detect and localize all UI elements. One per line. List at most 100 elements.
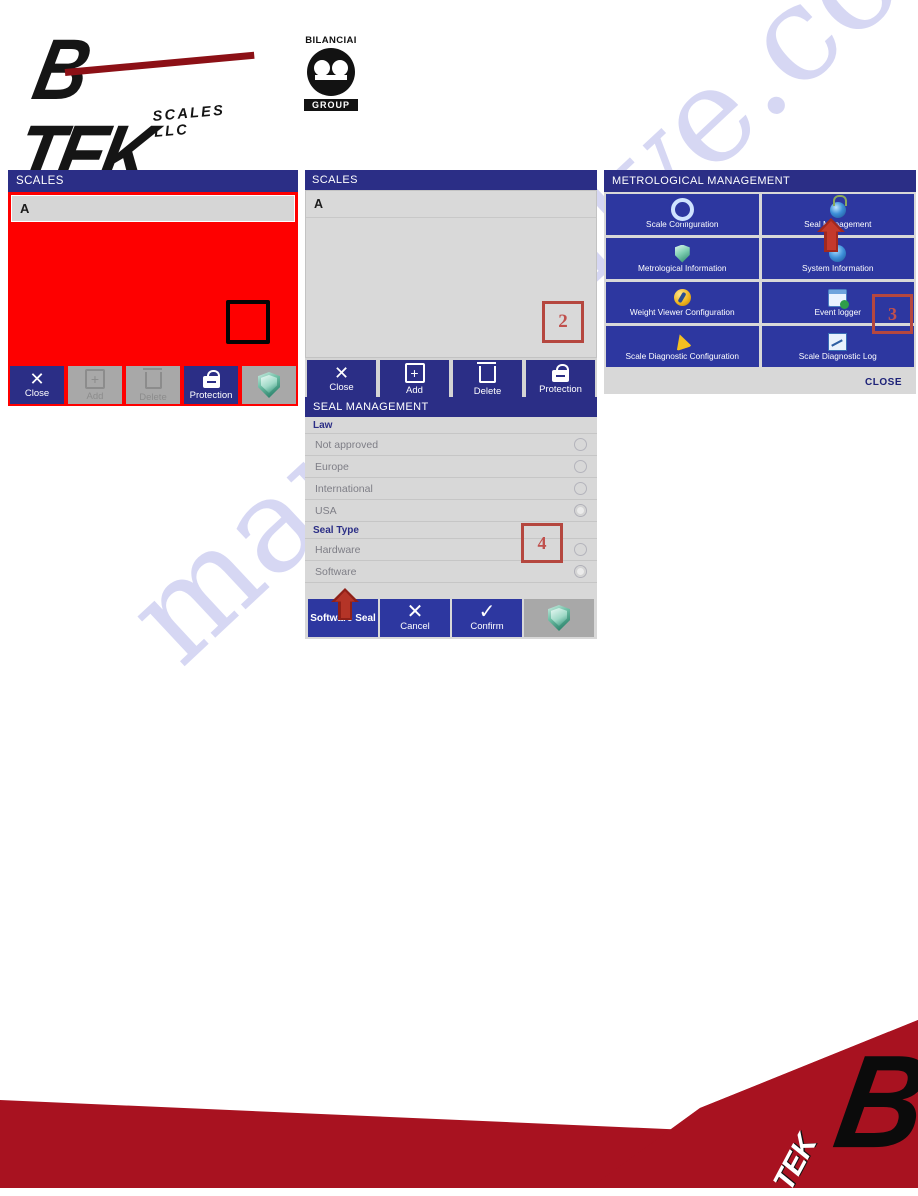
radio-icon[interactable] — [574, 460, 587, 473]
close-button[interactable]: CLOSE — [865, 377, 902, 388]
close-button-label: Close — [24, 388, 50, 399]
delete-button-label: Delete — [473, 385, 502, 397]
option-label: Europe — [315, 460, 349, 473]
plus-box-icon: + — [85, 368, 105, 389]
panel-title-seal: SEAL MANAGEMENT — [305, 397, 597, 417]
add-button[interactable]: + Add — [380, 360, 449, 398]
pointer-arrow-seal-management — [816, 217, 846, 253]
option-label: USA — [315, 504, 337, 517]
plus-box-icon: + — [404, 362, 425, 383]
menu-label: Metrological Information — [637, 262, 727, 273]
metrological-footer: CLOSE — [604, 369, 916, 394]
confirm-button-label: Confirm — [470, 621, 504, 632]
menu-label: Scale Diagnostic Configuration — [625, 350, 739, 361]
option-usa[interactable]: USA — [305, 500, 597, 522]
metrological-menu-grid: Scale Configuration Seal Management Metr… — [606, 194, 914, 367]
menu-item-scale-diagnostic-configuration[interactable]: Scale Diagnostic Configuration — [606, 326, 759, 367]
bell-icon — [672, 331, 693, 352]
close-x-icon: ✕ — [29, 369, 45, 389]
option-europe[interactable]: Europe — [305, 456, 597, 478]
radio-icon[interactable] — [574, 482, 587, 495]
shield-icon — [548, 605, 570, 631]
seal-management-panel: SEAL MANAGEMENT Law Not approved Europe … — [305, 397, 597, 639]
callout-4: 4 — [521, 523, 563, 563]
close-x-icon: ✕ — [333, 363, 350, 383]
delete-button[interactable]: Delete — [126, 366, 180, 404]
trash-icon — [142, 367, 162, 389]
option-international[interactable]: International — [305, 478, 597, 500]
metrological-menu-body: Scale Configuration Seal Management Metr… — [604, 192, 916, 369]
scales-red-toolbar: ✕ Close + Add Delete Protection — [8, 364, 298, 406]
panel-title-scales-red: SCALES — [8, 170, 298, 192]
cancel-button[interactable]: ✕ Cancel — [380, 599, 450, 637]
option-label: Hardware — [315, 543, 361, 556]
radio-icon[interactable] — [574, 543, 587, 556]
close-x-icon: ✕ — [406, 601, 424, 623]
radio-icon-selected[interactable] — [574, 565, 587, 578]
option-label: Not approved — [315, 438, 379, 451]
menu-item-metrological-information[interactable]: Metrological Information — [606, 238, 759, 279]
protection-button-label: Protection — [539, 383, 582, 395]
cancel-button-label: Cancel — [400, 621, 430, 632]
list-item[interactable]: A — [11, 195, 295, 222]
menu-label: Weight Viewer Configuration — [629, 306, 735, 317]
footer-btek-logo: B TEK — [767, 1028, 918, 1196]
seal-options-body: Law Not approved Europe International US… — [305, 417, 597, 597]
menu-label: Event logger — [814, 306, 862, 317]
panel-title-metrological: METROLOGICAL MANAGEMENT — [604, 170, 916, 192]
option-software[interactable]: Software — [305, 561, 597, 583]
close-button-label: Close — [329, 382, 354, 393]
list-item[interactable]: A — [306, 191, 596, 218]
chart-icon — [828, 332, 848, 351]
menu-label: Scale Diagnostic Log — [798, 350, 877, 361]
shield-status-button[interactable] — [524, 599, 594, 637]
callout-2: 2 — [542, 301, 584, 343]
check-icon: ✓ — [478, 601, 496, 623]
scales-panel: SCALES A 2 ✕ Close + Add Delete Protecti… — [305, 170, 597, 400]
delete-button[interactable]: Delete — [453, 360, 522, 398]
lock-icon — [202, 369, 220, 388]
option-label: International — [315, 482, 373, 495]
gear-icon — [670, 198, 694, 221]
radio-icon[interactable] — [574, 438, 587, 451]
seal-lock-icon — [829, 194, 847, 219]
menu-item-scale-configuration[interactable]: Scale Configuration — [606, 194, 759, 235]
protection-button[interactable]: Protection — [184, 366, 238, 404]
highlight-box — [226, 300, 270, 344]
pointer-arrow-software-seal — [330, 587, 360, 623]
callout-3: 3 — [872, 294, 913, 334]
shield-icon — [674, 244, 690, 263]
shield-icon — [258, 372, 280, 398]
bilanciai-label: BILANCIAI — [305, 35, 357, 46]
metrological-management-panel: METROLOGICAL MANAGEMENT Scale Configurat… — [604, 170, 916, 394]
add-button-label: Add — [406, 384, 423, 396]
btek-sub-text: SCALES LLC — [152, 102, 226, 141]
scales-red-list-area: A — [8, 192, 298, 364]
add-button[interactable]: + Add — [68, 366, 122, 404]
menu-item-weight-viewer-configuration[interactable]: Weight Viewer Configuration — [606, 282, 759, 323]
protection-button-label: Protection — [189, 389, 233, 401]
option-not-approved[interactable]: Not approved — [305, 434, 597, 456]
scales-list-area: A 2 — [305, 190, 597, 358]
close-button[interactable]: ✕ Close — [307, 360, 376, 398]
menu-label: System Information — [802, 262, 874, 273]
scales-protected-panel: SCALES A ✕ Close + Add Delete Protection — [8, 170, 298, 406]
lock-icon — [552, 363, 569, 382]
scales-toolbar: ✕ Close + Add Delete Protection — [305, 358, 597, 400]
group-label-law: Law — [305, 417, 597, 434]
trash-icon — [477, 361, 496, 383]
add-button-label: Add — [86, 390, 104, 402]
page-footer: B TEK — [0, 958, 918, 1196]
brand-logo: B TEK SCALES LLC BILANCIAI GROUP — [7, 22, 365, 204]
bilanciai-emblem-icon — [307, 48, 355, 96]
panel-title-scales: SCALES — [305, 170, 597, 190]
wrench-icon — [673, 289, 691, 307]
option-label: Software — [315, 565, 357, 578]
radio-icon-selected[interactable] — [574, 504, 587, 517]
close-button[interactable]: ✕ Close — [10, 366, 64, 404]
confirm-button[interactable]: ✓ Confirm — [452, 599, 522, 637]
shield-status-button[interactable] — [242, 366, 296, 404]
protection-button[interactable]: Protection — [526, 360, 595, 398]
group-label: GROUP — [304, 99, 358, 111]
delete-button-label: Delete — [139, 391, 167, 403]
